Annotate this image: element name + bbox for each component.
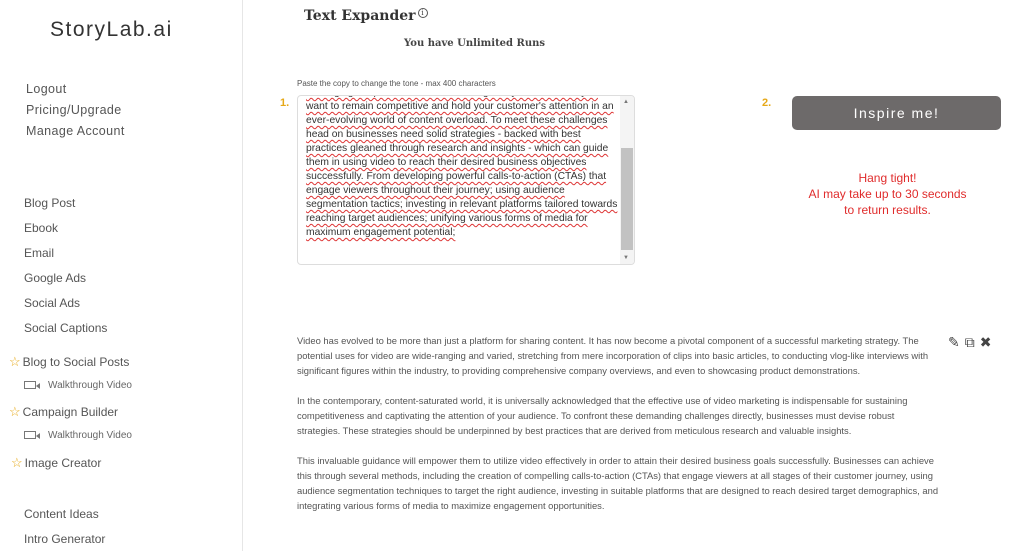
account-menu: Logout Pricing/Upgrade Manage Account	[26, 82, 125, 145]
nav-email[interactable]: Email	[24, 246, 54, 260]
result-paragraph: In the contemporary, content-saturated w…	[297, 395, 908, 436]
wait-message: Hang tight! AI may take up to 30 seconds…	[790, 170, 985, 218]
nav-label: Image Creator	[24, 456, 102, 470]
copy-icon[interactable]: ⧉	[965, 334, 975, 350]
logo[interactable]: StoryLab.ai	[50, 18, 173, 42]
nav-google-ads[interactable]: Google Ads	[24, 271, 86, 285]
star-icon: ☆	[11, 455, 23, 470]
inspire-me-button[interactable]: Inspire me!	[792, 96, 1001, 130]
title-text: Text Expander	[304, 8, 416, 24]
nav-social-captions[interactable]: Social Captions	[24, 321, 107, 335]
textarea-value: leveraging the power of video marketing …	[306, 96, 618, 238]
wait-line: Hang tight!	[858, 171, 917, 185]
nav-image-creator[interactable]: ☆ Image Creator	[11, 455, 101, 471]
edit-icon[interactable]: ✎	[948, 334, 960, 350]
step-1-label: 1.	[280, 97, 290, 109]
copy-textarea[interactable]: leveraging the power of video marketing …	[297, 95, 635, 265]
input-hint: Paste the copy to change the tone - max …	[297, 79, 496, 88]
result-output: Video has evolved to be more than just a…	[297, 333, 939, 528]
step-2-label: 2.	[762, 97, 772, 109]
video-camera-icon	[24, 381, 40, 390]
page-title: Text Expander i	[304, 8, 428, 24]
nav-intro-generator[interactable]: Intro Generator	[24, 532, 105, 546]
textarea-scrollbar[interactable]: ▲ ▼	[620, 96, 634, 264]
nav-social-ads[interactable]: Social Ads	[24, 296, 80, 310]
nav-content-ideas[interactable]: Content Ideas	[24, 507, 99, 521]
star-icon: ☆	[9, 354, 21, 369]
result-actions: ✎ ⧉ ✖	[948, 334, 996, 351]
pricing-link[interactable]: Pricing/Upgrade	[26, 103, 125, 124]
info-icon[interactable]: i	[417, 8, 428, 18]
wait-line: to return results.	[844, 203, 931, 217]
sub-label: Walkthrough Video	[48, 430, 132, 441]
sidebar: StoryLab.ai Logout Pricing/Upgrade Manag…	[0, 0, 243, 551]
nav-campaign-builder[interactable]: ☆ Campaign Builder	[9, 404, 118, 420]
star-icon: ☆	[9, 404, 21, 419]
wait-line: AI may take up to 30 seconds	[808, 187, 967, 201]
logout-link[interactable]: Logout	[26, 82, 125, 103]
walkthrough-video-link[interactable]: Walkthrough Video	[24, 380, 132, 391]
result-paragraph: This invaluable guidance will empower th…	[297, 455, 939, 511]
sub-label: Walkthrough Video	[48, 380, 132, 391]
result-paragraph: Video has evolved to be more than just a…	[297, 335, 929, 376]
walkthrough-video-link[interactable]: Walkthrough Video	[24, 430, 132, 441]
close-icon[interactable]: ✖	[980, 334, 992, 350]
video-camera-icon	[24, 431, 40, 440]
runs-status: You have Unlimited Runs	[404, 38, 546, 49]
nav-blog-to-social[interactable]: ☆ Blog to Social Posts	[9, 354, 129, 370]
nav-label: Campaign Builder	[22, 405, 119, 419]
nav-ebook[interactable]: Ebook	[24, 221, 58, 235]
manage-account-link[interactable]: Manage Account	[26, 124, 125, 145]
nav-blog-post[interactable]: Blog Post	[24, 196, 75, 210]
nav-label: Blog to Social Posts	[22, 355, 130, 369]
